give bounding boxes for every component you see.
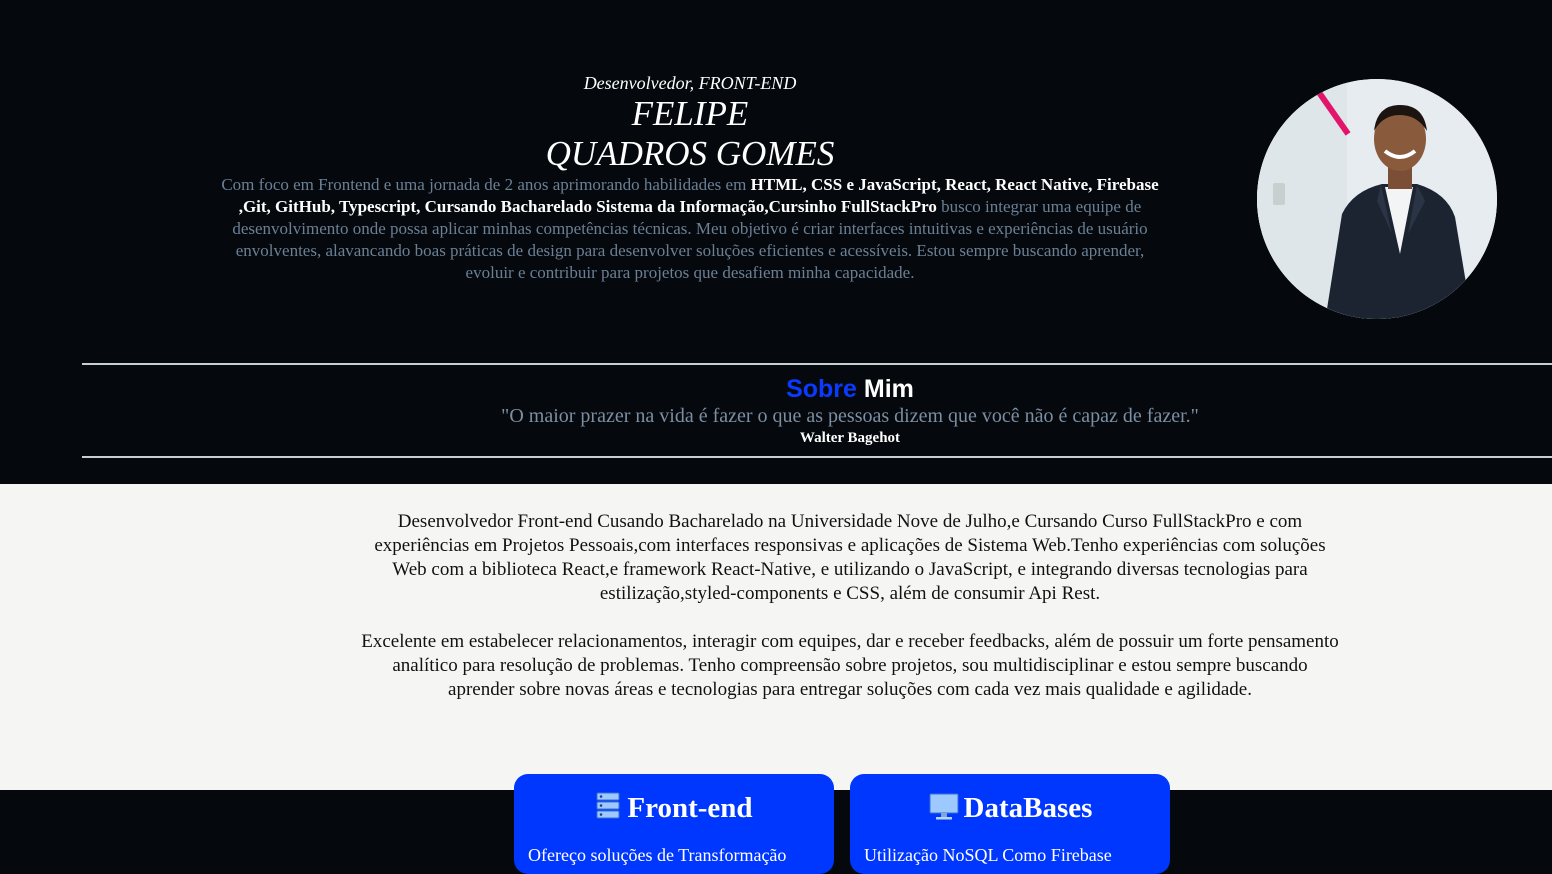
profile-photo xyxy=(1257,79,1497,319)
about-heading: Sobre Mim xyxy=(0,373,1552,405)
card-databases-title: DataBases xyxy=(850,790,1170,826)
about-paragraph-1: Desenvolvedor Front-end Cusando Bacharel… xyxy=(374,511,1326,604)
about-paragraph-2: Excelente em estabelecer relacionamentos… xyxy=(361,631,1339,700)
hero-text: Desenvolvedor, FRONT-END FELIPE QUADROS … xyxy=(210,72,1170,284)
role-title: Desenvolvedor, FRONT-END xyxy=(583,73,797,93)
card-databases-label: DataBases xyxy=(963,792,1093,824)
quote-text: "O maior prazer na vida é fazer o que as… xyxy=(501,405,1199,427)
about-heading-rest: Mim xyxy=(863,375,914,403)
about-heading-accent: Sobre xyxy=(786,375,857,403)
card-databases-desc: Utilização NoSQL Como Firebase xyxy=(864,845,1112,865)
quote-author: Walter Bagehot xyxy=(799,430,901,446)
intro-paragraph: Com foco em Frontend e uma jornada de 2 … xyxy=(210,174,1170,284)
profile-photo-illustration xyxy=(1257,79,1497,319)
card-front-end-label: Front-end xyxy=(627,792,753,824)
server-stack-icon xyxy=(596,792,620,819)
card-front-end-desc: Ofereço soluções de Transformação xyxy=(528,845,787,865)
card-databases[interactable]: DataBases Utilização NoSQL Como Firebase xyxy=(850,774,1170,874)
name-line-2: QUADROS GOMES xyxy=(545,134,835,173)
about-text: Desenvolvedor Front-end Cusando Bacharel… xyxy=(360,510,1340,726)
desktop-monitor-icon xyxy=(929,793,959,820)
top-divider xyxy=(82,363,1552,365)
card-front-end-title: Front-end xyxy=(514,790,834,826)
name-line-1: FELIPE xyxy=(631,94,749,133)
card-front-end[interactable]: Front-end Ofereço soluções de Transforma… xyxy=(514,774,834,874)
bottom-divider xyxy=(82,456,1552,458)
about-section: Desenvolvedor Front-end Cusando Bacharel… xyxy=(0,484,1552,790)
intro-text-start: Com foco em Frontend e uma jornada de 2 … xyxy=(221,175,751,194)
